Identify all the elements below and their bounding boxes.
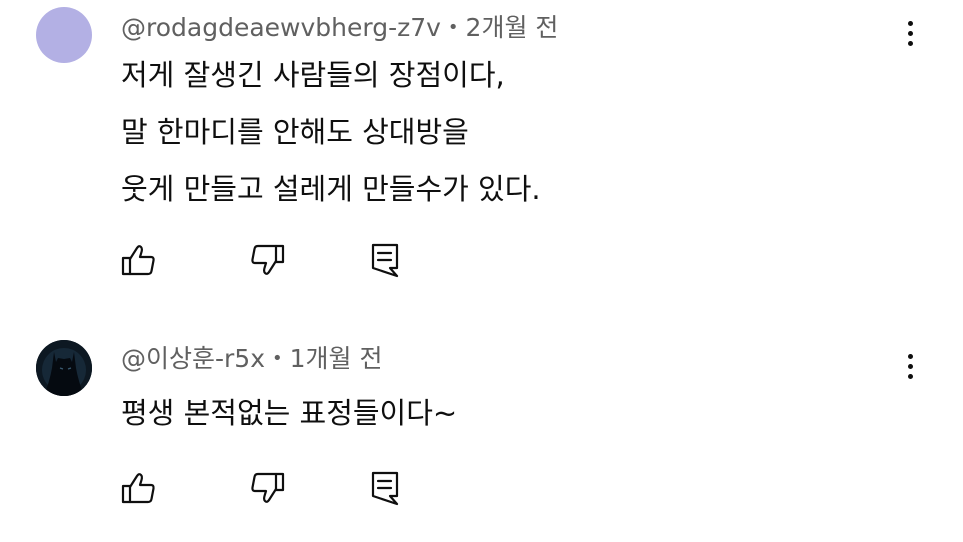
comment-line: 저게 잘생긴 사람들의 장점이다, [121, 58, 505, 92]
comment-line: 평생 본적없는 표정들이다~ [121, 396, 458, 430]
more-options-icon[interactable] [896, 15, 924, 51]
batman-avatar-image [36, 340, 92, 396]
comment-time: 1개월 전 [289, 344, 383, 373]
comment-text: 저게 잘생긴 사람들의 장점이다, 말 한마디를 안해도 상대방을 웃게 만들고… [121, 47, 541, 218]
thumbs-down-icon[interactable] [247, 468, 287, 508]
thumbs-down-icon[interactable] [247, 240, 287, 280]
thumbs-up-icon[interactable] [119, 240, 159, 280]
thumbs-up-icon[interactable] [119, 468, 159, 508]
comment-actions [119, 468, 419, 508]
reply-icon[interactable] [365, 468, 405, 508]
separator-dot: • [447, 17, 459, 38]
author-name[interactable]: @이상훈-r5x [121, 344, 265, 373]
separator-dot: • [272, 348, 283, 369]
comment-header: @이상훈-r5x • 1개월 전 [121, 343, 383, 375]
comment-actions [119, 240, 419, 280]
comment-item: @이상훈-r5x • 1개월 전 평생 본적없는 표정들이다~ [0, 330, 963, 542]
comment-line: 말 한마디를 안해도 상대방을 [121, 115, 469, 149]
avatar[interactable] [36, 340, 92, 396]
reply-icon[interactable] [365, 240, 405, 280]
more-options-icon[interactable] [896, 348, 924, 384]
comment-line: 웃게 만들고 설레게 만들수가 있다. [121, 172, 541, 206]
comment-item: @rodagdeaewvbherg-z7v • 2개월 전 저게 잘생긴 사람들의 … [0, 0, 963, 300]
comment-text: 평생 본적없는 표정들이다~ [121, 385, 457, 442]
comment-header: @rodagdeaewvbherg-z7v • 2개월 전 [121, 12, 558, 44]
author-name[interactable]: @rodagdeaewvbherg-z7v [121, 13, 441, 42]
comment-time: 2개월 전 [465, 13, 559, 42]
avatar[interactable] [36, 7, 92, 63]
